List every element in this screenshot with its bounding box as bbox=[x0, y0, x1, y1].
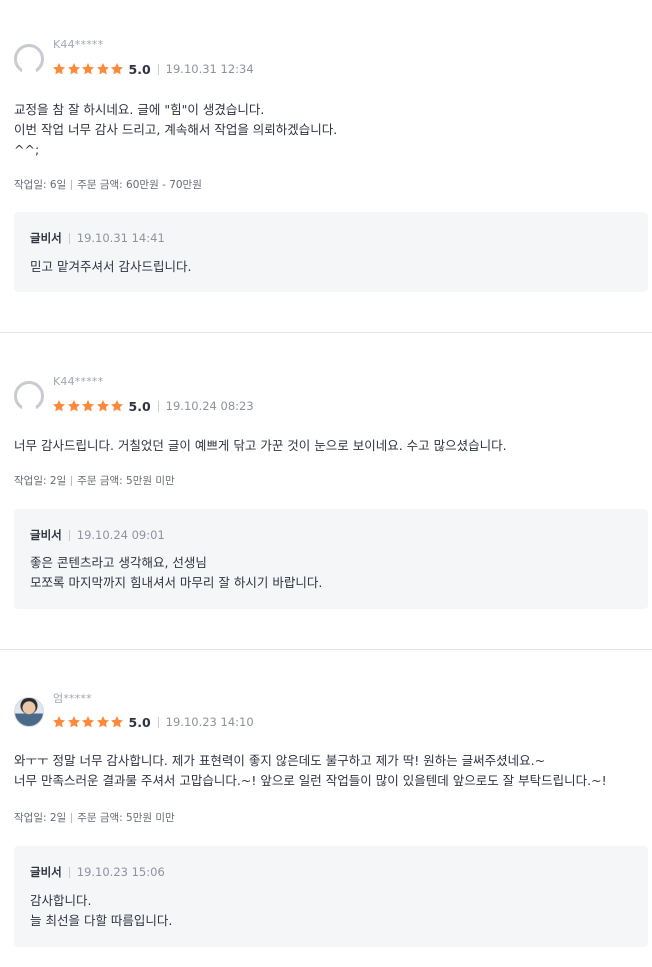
star-icon bbox=[67, 63, 80, 75]
review-line: ^^; bbox=[14, 142, 40, 157]
seller-reply: 글비서 19.10.31 14:41 믿고 맡겨주셔서 감사드립니다. bbox=[14, 212, 648, 292]
separator bbox=[157, 716, 159, 728]
review-date: 19.10.24 08:23 bbox=[165, 399, 254, 413]
separator bbox=[68, 866, 70, 878]
reply-author: 글비서 bbox=[30, 865, 62, 879]
reviewer-username: 엄***** bbox=[53, 692, 92, 705]
separator bbox=[68, 232, 70, 244]
work-days: 작업일: 2일 bbox=[14, 812, 67, 824]
separator bbox=[68, 529, 70, 541]
review-date: 19.10.31 12:34 bbox=[165, 62, 254, 76]
review-date: 19.10.23 14:10 bbox=[165, 715, 254, 729]
seller-reply: 글비서 19.10.23 15:06 감사합니다. 늘 최선을 다할 따름입니다… bbox=[14, 846, 648, 947]
review-line: 교정을 참 잘 하시네요. 글에 "힘"이 생겼습니다. bbox=[14, 102, 265, 117]
review-line: 너무 만족스러운 결과물 주셔서 고맙습니다.~! 앞으로 일런 작업들이 많이… bbox=[14, 773, 607, 788]
reply-date: 19.10.23 15:06 bbox=[76, 865, 165, 879]
order-amount: 주문 금액: 5만원 미만 bbox=[77, 475, 175, 487]
separator bbox=[71, 812, 73, 823]
star-rating bbox=[52, 62, 125, 76]
review-content: 너무 감사드립니다. 거칠었던 글이 예쁘게 닦고 가꾼 것이 눈으로 보이네요… bbox=[14, 436, 644, 456]
star-icon bbox=[53, 63, 65, 75]
star-icon bbox=[111, 400, 123, 412]
review-line: 너무 감사드립니다. 거칠었던 글이 예쁘게 닦고 가꾼 것이 눈으로 보이네요… bbox=[14, 438, 507, 453]
reply-author: 글비서 bbox=[30, 528, 62, 542]
reply-line: 믿고 맡겨주셔서 감사드립니다. bbox=[30, 259, 192, 274]
reply-header: 글비서 19.10.23 15:06 bbox=[30, 864, 165, 880]
reviewer-username: K44***** bbox=[53, 38, 104, 51]
reply-author: 글비서 bbox=[30, 231, 62, 245]
rating-row: 5.0 19.10.24 08:23 bbox=[52, 398, 254, 414]
star-icon bbox=[96, 716, 109, 728]
star-icon bbox=[53, 400, 65, 412]
reply-line: 좋은 콘텐츠라고 생각해요, 선생님 bbox=[30, 555, 207, 570]
review-divider bbox=[0, 332, 652, 333]
seller-reply: 글비서 19.10.24 09:01 좋은 콘텐츠라고 생각해요, 선생님 모쪼… bbox=[14, 509, 648, 609]
order-amount: 주문 금액: 5만원 미만 bbox=[77, 812, 175, 824]
rating-row: 5.0 19.10.23 14:10 bbox=[52, 714, 254, 730]
reply-content: 감사합니다. 늘 최선을 다할 따름입니다. bbox=[30, 891, 172, 931]
reply-header: 글비서 19.10.24 09:01 bbox=[30, 527, 165, 543]
separator bbox=[71, 475, 73, 486]
order-meta: 작업일: 2일 주문 금액: 5만원 미만 bbox=[14, 810, 175, 825]
star-icon bbox=[82, 716, 94, 728]
star-icon bbox=[111, 63, 123, 75]
reply-line: 모쪼록 마지막까지 힘내셔서 마무리 잘 하시기 바랍니다. bbox=[30, 575, 323, 590]
rating-score: 5.0 bbox=[128, 61, 151, 77]
star-icon bbox=[67, 716, 80, 728]
star-rating bbox=[52, 715, 125, 729]
review-content: 교정을 참 잘 하시네요. 글에 "힘"이 생겼습니다. 이번 작업 너무 감사… bbox=[14, 100, 644, 160]
reviewer-username: K44***** bbox=[53, 375, 104, 388]
reply-date: 19.10.24 09:01 bbox=[76, 528, 165, 542]
star-icon bbox=[96, 400, 109, 412]
star-icon bbox=[82, 63, 94, 75]
work-days: 작업일: 6일 bbox=[14, 179, 67, 191]
star-icon bbox=[82, 400, 94, 412]
user-photo-avatar bbox=[14, 697, 44, 727]
reply-content: 믿고 맡겨주셔서 감사드립니다. bbox=[30, 257, 191, 277]
star-icon bbox=[53, 716, 65, 728]
separator bbox=[71, 179, 73, 190]
star-icon bbox=[111, 716, 123, 728]
review-line: 와ㅜㅜ 정말 너무 감사합니다. 제가 표현력이 좋지 않은데도 불구하고 제가… bbox=[14, 753, 546, 768]
reply-header: 글비서 19.10.31 14:41 bbox=[30, 230, 165, 246]
reply-line: 늘 최선을 다할 따름입니다. bbox=[30, 913, 173, 928]
review-divider bbox=[0, 649, 652, 650]
review-content: 와ㅜㅜ 정말 너무 감사합니다. 제가 표현력이 좋지 않은데도 불구하고 제가… bbox=[14, 751, 644, 791]
order-meta: 작업일: 6일 주문 금액: 60만원 - 70만원 bbox=[14, 177, 202, 192]
reply-line: 감사합니다. bbox=[30, 893, 92, 908]
default-avatar-icon bbox=[14, 381, 44, 412]
review-line: 이번 작업 너무 감사 드리고, 계속해서 작업을 의뢰하겠습니다. bbox=[14, 122, 338, 137]
reply-content: 좋은 콘텐츠라고 생각해요, 선생님 모쪼록 마지막까지 힘내셔서 마무리 잘 … bbox=[30, 553, 322, 593]
reply-date: 19.10.31 14:41 bbox=[76, 231, 165, 245]
order-meta: 작업일: 2일 주문 금액: 5만원 미만 bbox=[14, 473, 175, 488]
rating-score: 5.0 bbox=[128, 714, 151, 730]
rating-score: 5.0 bbox=[128, 398, 151, 414]
separator bbox=[157, 63, 159, 75]
star-icon bbox=[67, 400, 80, 412]
default-avatar-icon bbox=[14, 44, 44, 75]
star-rating bbox=[52, 399, 125, 413]
rating-row: 5.0 19.10.31 12:34 bbox=[52, 61, 254, 77]
separator bbox=[157, 400, 159, 412]
star-icon bbox=[96, 63, 109, 75]
work-days: 작업일: 2일 bbox=[14, 475, 67, 487]
order-amount: 주문 금액: 60만원 - 70만원 bbox=[77, 179, 202, 191]
